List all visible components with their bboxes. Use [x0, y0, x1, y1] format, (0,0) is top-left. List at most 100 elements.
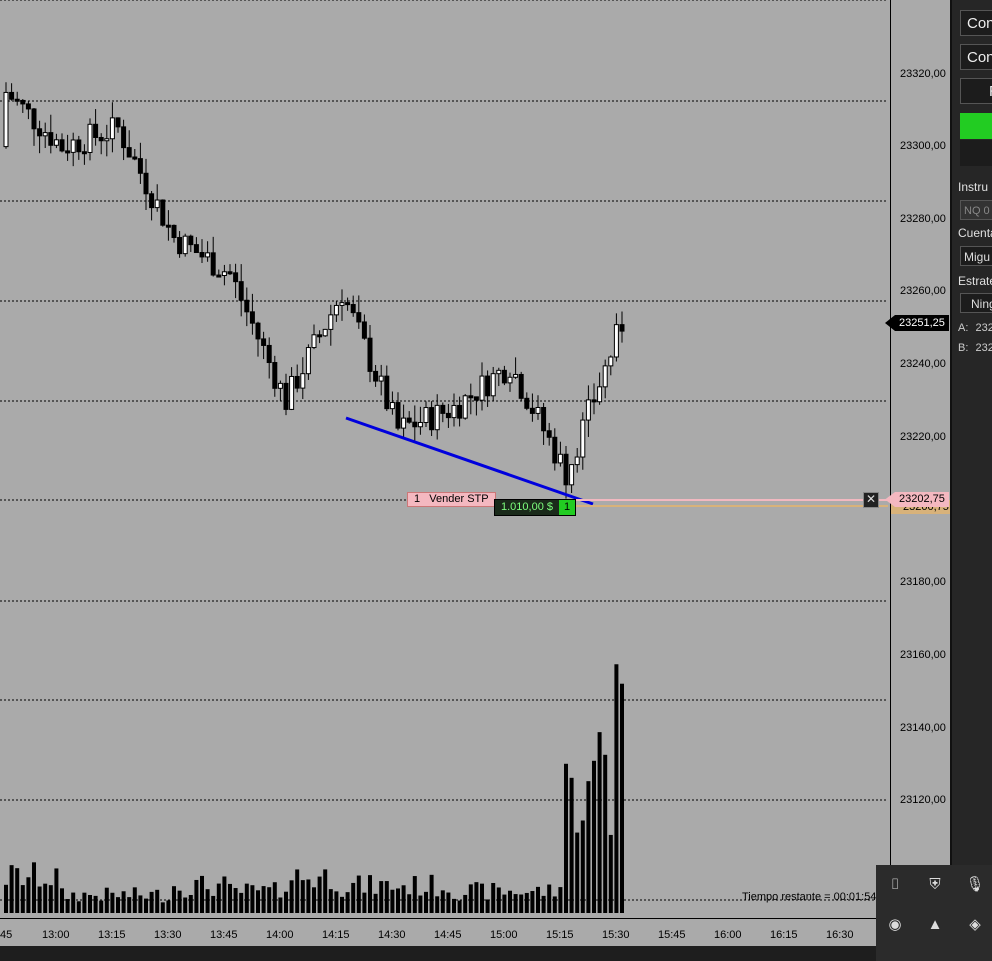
- instrument-field[interactable]: NQ 0: [960, 200, 992, 220]
- buy-button[interactable]: [960, 113, 992, 139]
- volume-bar: [284, 891, 288, 913]
- volume-bar: [43, 883, 48, 913]
- candle-body: [485, 375, 491, 397]
- candle-body: [507, 376, 513, 384]
- price-label: 23160,00: [900, 649, 946, 661]
- candle-body: [31, 108, 37, 130]
- candle-body: [350, 304, 356, 314]
- candle-body: [104, 138, 110, 142]
- candle-body: [345, 302, 351, 306]
- volume-bar: [188, 894, 193, 913]
- candle-body: [563, 453, 569, 486]
- volume-bar: [216, 883, 221, 913]
- volume-bar: [194, 879, 199, 913]
- volume-bar: [172, 886, 176, 913]
- volume-bar: [183, 897, 188, 913]
- volume-bar: [328, 889, 333, 913]
- security-shield-icon[interactable]: ⛨: [924, 873, 946, 895]
- ask-value: 232: [975, 322, 992, 334]
- strategy-select[interactable]: Ning: [960, 293, 992, 313]
- volume-bar: [15, 868, 20, 913]
- candle-body: [496, 369, 502, 375]
- volume-bar: [340, 896, 344, 913]
- volume-bar: [513, 894, 518, 913]
- volume-bar: [121, 891, 126, 913]
- candle-body: [216, 274, 222, 278]
- candle-body: [70, 139, 76, 153]
- price-chart[interactable]: [0, 0, 890, 918]
- candle-body: [401, 417, 407, 429]
- time-label: 16:00: [714, 929, 742, 941]
- volume-bar: [396, 888, 400, 913]
- time-label: 14:45: [434, 929, 462, 941]
- price-label: 23120,00: [900, 794, 946, 806]
- ask-row: A: 232: [958, 322, 992, 334]
- volume-bar: [116, 897, 120, 913]
- candle-body: [529, 407, 535, 414]
- candle-body: [98, 136, 104, 142]
- volume-bar: [261, 886, 266, 913]
- volume-bar: [20, 885, 25, 913]
- candle-body: [300, 373, 306, 389]
- position-quantity: 1: [559, 500, 576, 515]
- volume-bar: [407, 894, 412, 913]
- candle-body: [93, 123, 99, 138]
- volume-bar: [93, 895, 98, 913]
- volume-bar: [300, 880, 305, 913]
- volume-bar: [351, 882, 356, 913]
- time-label: 15:30: [602, 929, 630, 941]
- price-label: 23140,00: [900, 722, 946, 734]
- candle-body: [356, 312, 362, 323]
- volume-bar: [608, 834, 613, 913]
- bid-row: B: 232: [958, 342, 992, 354]
- chrome-icon[interactable]: ◉: [884, 913, 906, 935]
- drive-icon[interactable]: ▲: [924, 913, 946, 935]
- candle-body: [591, 399, 597, 403]
- volume-bar: [239, 892, 244, 913]
- candle-body: [188, 235, 194, 246]
- candle-body: [378, 375, 384, 382]
- volume-bar: [334, 891, 339, 913]
- microphone-icon[interactable]: 🎙: [964, 873, 986, 895]
- time-label: 16:30: [826, 929, 854, 941]
- volume-bar: [149, 891, 154, 913]
- volume-bar: [620, 683, 624, 913]
- volume-bar: [474, 882, 479, 913]
- volume-bar: [295, 869, 300, 913]
- order-price-marker[interactable]: 23202,75: [885, 492, 949, 507]
- candle-body: [361, 321, 367, 339]
- candle-body: [619, 324, 625, 332]
- side-button-3[interactable]: Re: [960, 78, 992, 104]
- usb-icon[interactable]: ⌷: [884, 873, 906, 895]
- candle-body: [333, 304, 339, 316]
- volume-bar: [496, 887, 501, 913]
- sell-button[interactable]: [960, 140, 992, 166]
- side-button-1[interactable]: Con: [960, 10, 992, 36]
- time-label: 13:45: [210, 929, 238, 941]
- volume-bar: [580, 820, 585, 913]
- candle-body: [473, 396, 479, 401]
- candle-body: [154, 199, 160, 209]
- price-label: 23280,00: [900, 213, 946, 225]
- chart-canvas[interactable]: 1 Vender STP 1.010,00 $ 1 ✕ Tiempo resta…: [0, 0, 890, 946]
- candle-body: [384, 375, 390, 410]
- volume-bar: [4, 884, 8, 913]
- volume-bar: [32, 862, 36, 913]
- order-label[interactable]: 1 Vender STP: [407, 492, 496, 507]
- candle-body: [126, 147, 132, 158]
- candle-body: [541, 407, 547, 432]
- position-pnl-badge[interactable]: 1.010,00 $ 1: [494, 499, 577, 516]
- nvidia-icon[interactable]: ◈: [964, 913, 986, 935]
- candle-body: [339, 302, 345, 306]
- side-button-2[interactable]: Con: [960, 44, 992, 70]
- candle-body: [205, 252, 211, 258]
- close-order-icon[interactable]: ✕: [863, 492, 879, 508]
- candle-body: [395, 402, 401, 429]
- price-axis[interactable]: 23320,00 23300,00 23280,00 23260,00 2324…: [885, 0, 951, 946]
- volume-bar: [9, 865, 14, 913]
- account-select[interactable]: Migu: [960, 246, 992, 266]
- candle-body: [261, 338, 267, 346]
- time-axis[interactable]: 45 13:00 13:15 13:30 13:45 14:00 14:15 1…: [0, 918, 890, 946]
- candle-body: [451, 404, 457, 419]
- volume-bar: [463, 894, 468, 913]
